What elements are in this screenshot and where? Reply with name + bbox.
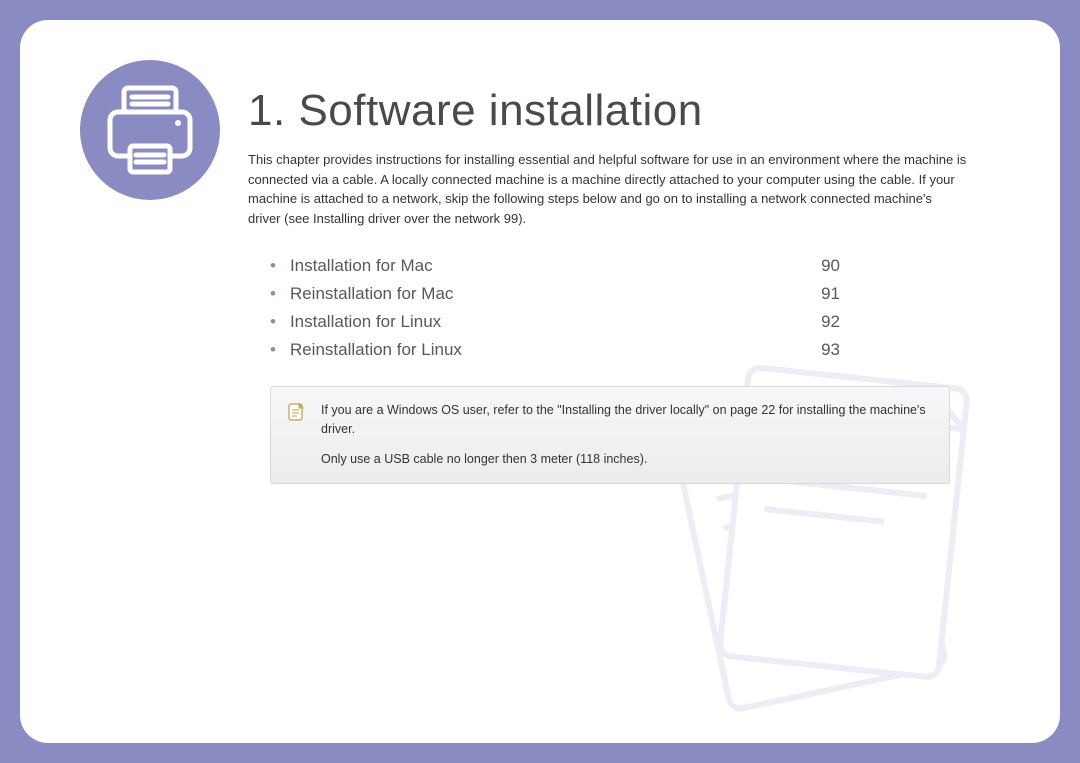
chapter-intro: This chapter provides instructions for i… <box>248 150 968 228</box>
toc-item[interactable]: • Reinstallation for Linux 93 <box>270 340 840 360</box>
bullet-icon: • <box>270 340 276 360</box>
toc-item[interactable]: • Installation for Mac 90 <box>270 256 840 276</box>
note-line-1: If you are a Windows OS user, refer to t… <box>321 401 933 440</box>
toc-page: 93 <box>821 340 840 360</box>
toc-page: 90 <box>821 256 840 276</box>
bullet-icon: • <box>270 256 276 276</box>
toc-label: Reinstallation for Linux <box>290 340 462 360</box>
toc-label: Reinstallation for Mac <box>290 284 453 304</box>
chapter-title: 1. Software installation <box>248 86 1000 136</box>
toc-page: 92 <box>821 312 840 332</box>
note-line-2: Only use a USB cable no longer then 3 me… <box>321 450 933 469</box>
printer-icon <box>80 60 220 200</box>
bullet-icon: • <box>270 284 276 304</box>
toc-item[interactable]: • Reinstallation for Mac 91 <box>270 284 840 304</box>
toc-label: Installation for Linux <box>290 312 441 332</box>
toc-label: Installation for Mac <box>290 256 433 276</box>
chapter-number: 1. <box>248 86 286 135</box>
toc-page: 91 <box>821 284 840 304</box>
note-icon <box>287 403 305 421</box>
note-box: If you are a Windows OS user, refer to t… <box>270 386 950 484</box>
chapter-name: Software installation <box>298 86 702 135</box>
manual-page: 1. Software installation This chapter pr… <box>20 20 1060 743</box>
toc-item[interactable]: • Installation for Linux 92 <box>270 312 840 332</box>
table-of-contents: • Installation for Mac 90 • Reinstallati… <box>270 256 840 360</box>
bullet-icon: • <box>270 312 276 332</box>
